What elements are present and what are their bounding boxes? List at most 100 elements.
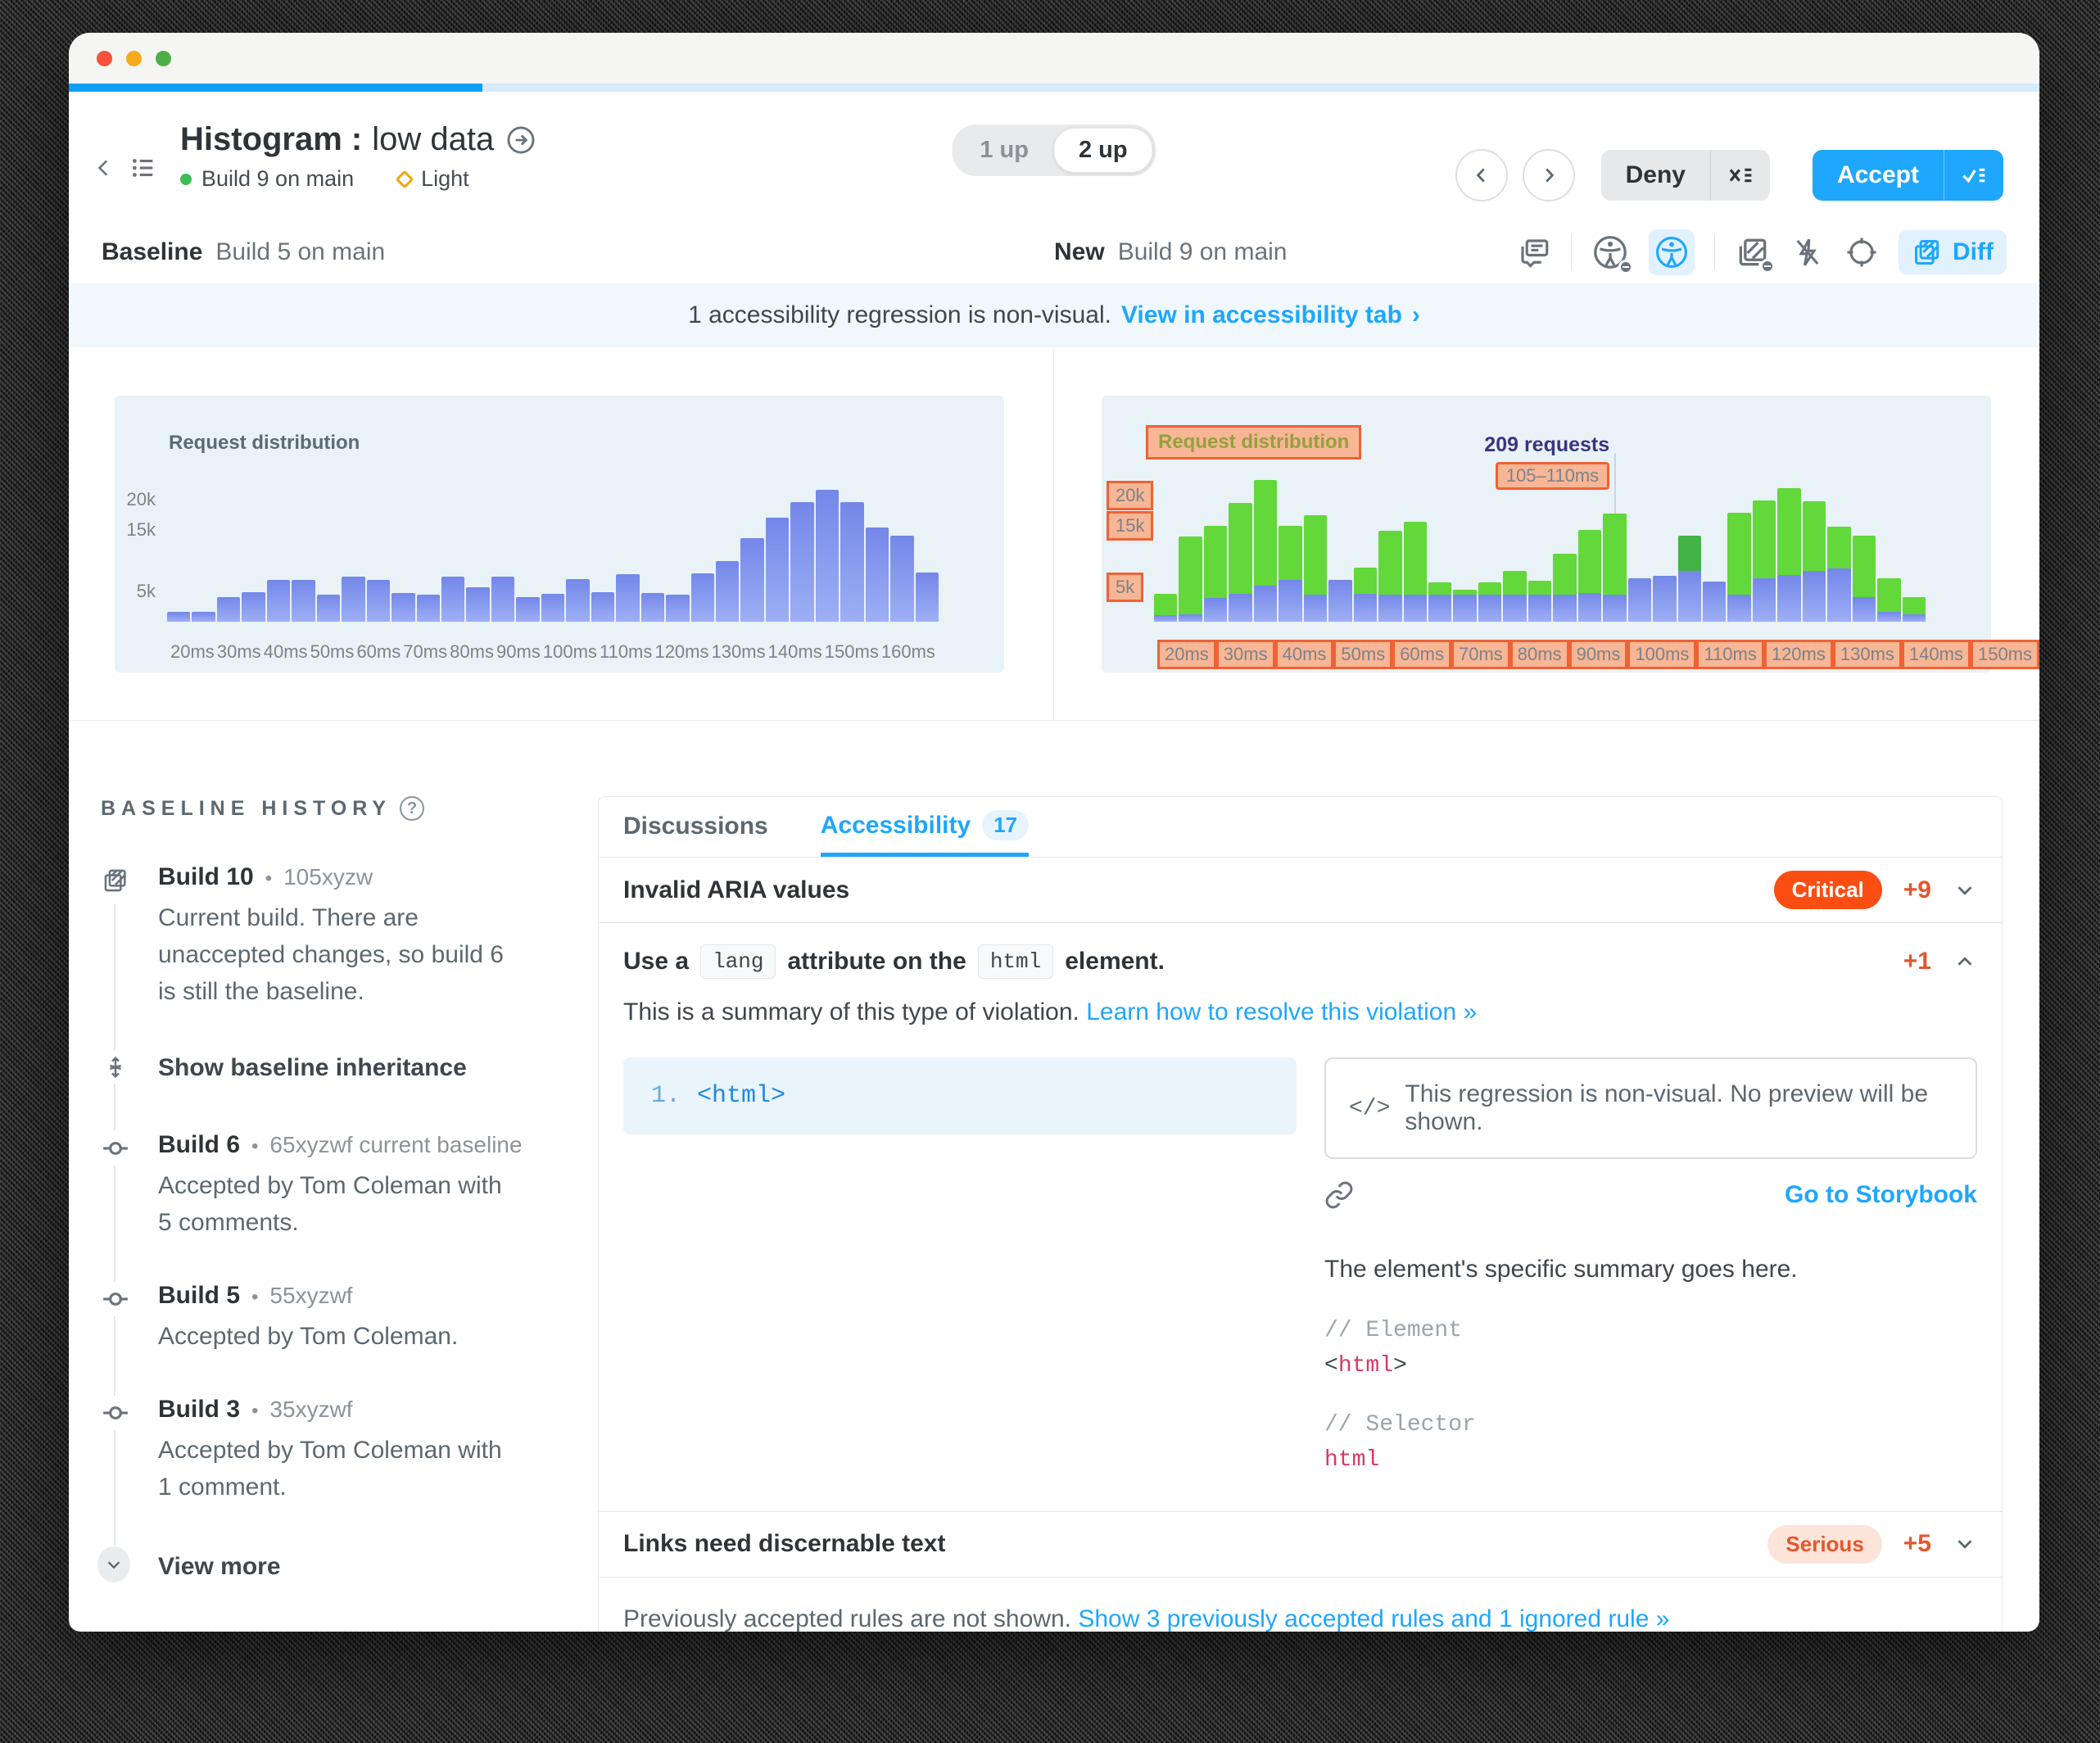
histogram-bar[interactable] (916, 469, 939, 622)
histogram-bar[interactable] (1154, 469, 1177, 622)
view-more-button[interactable]: View more (101, 1546, 565, 1582)
chevron-down-icon[interactable] (1953, 878, 1977, 903)
previous-change-button[interactable] (1455, 149, 1508, 201)
back-chevron-icon[interactable] (93, 154, 115, 182)
histogram-bar[interactable] (1827, 469, 1850, 622)
histogram-bar[interactable] (1328, 469, 1351, 622)
histogram-bar[interactable] (1204, 469, 1227, 622)
histogram-bar[interactable] (840, 469, 863, 622)
toggle-1up[interactable]: 1 up (955, 129, 1053, 172)
chevron-up-icon[interactable] (1953, 949, 1977, 974)
histogram-bar[interactable] (1777, 469, 1800, 622)
diff-toggle-button[interactable]: Diff (1899, 230, 2007, 274)
histogram-bar[interactable] (391, 469, 414, 622)
minimize-window-button[interactable] (126, 51, 142, 66)
accept-button[interactable]: Accept (1813, 150, 1944, 201)
histogram-bar[interactable] (242, 469, 265, 622)
histogram-bar[interactable] (1428, 469, 1451, 622)
list-item-build-6[interactable]: Build 6 • 65xyzwf current baseline Accep… (101, 1131, 565, 1241)
histogram-bar[interactable] (1304, 469, 1327, 622)
histogram-bar[interactable] (317, 469, 340, 622)
go-to-storybook-link[interactable]: Go to Storybook (1785, 1181, 1977, 1209)
histogram-bar[interactable] (1853, 469, 1876, 622)
histogram-bar[interactable] (1478, 469, 1501, 622)
accessibility-baseline-icon[interactable] (1591, 233, 1629, 271)
histogram-bar[interactable] (1678, 469, 1701, 622)
resolve-violation-link[interactable]: Learn how to resolve this violation » (1086, 998, 1477, 1025)
histogram-bar[interactable] (1378, 469, 1401, 622)
histogram-bar[interactable] (666, 469, 689, 622)
histogram-bar[interactable] (1553, 469, 1576, 622)
histogram-bar[interactable] (1903, 469, 1926, 622)
histogram-bar[interactable] (417, 469, 440, 622)
histogram-bar[interactable] (566, 469, 589, 622)
rule-links-discernable[interactable]: Links need discernable text Serious +5 (599, 1511, 2002, 1577)
close-window-button[interactable] (97, 51, 112, 66)
tab-accessibility[interactable]: Accessibility 17 (821, 810, 1029, 857)
histogram-bar[interactable] (890, 469, 913, 622)
histogram-bar[interactable] (1753, 469, 1776, 622)
histogram-bar[interactable] (367, 469, 390, 622)
histogram-bar[interactable] (292, 469, 315, 622)
histogram-bar[interactable] (591, 469, 614, 622)
histogram-bar[interactable] (342, 469, 364, 622)
zoom-window-button[interactable] (156, 51, 171, 66)
list-item-build-10[interactable]: Build 10 • 105xyzw Current build. There … (101, 863, 565, 1010)
rule-invalid-aria[interactable]: Invalid ARIA values Critical +9 (599, 858, 2002, 923)
histogram-bar[interactable] (466, 469, 489, 622)
histogram-bar[interactable] (1229, 469, 1251, 622)
histogram-bar[interactable] (1653, 469, 1676, 622)
histogram-bar[interactable] (641, 469, 664, 622)
show-accepted-rules-link[interactable]: Show 3 previously accepted rules and 1 i… (1078, 1605, 1669, 1632)
histogram-bar[interactable] (691, 469, 714, 622)
histogram-bar[interactable] (192, 469, 215, 622)
accept-batch-button[interactable] (1944, 150, 2003, 201)
histogram-bar[interactable] (1404, 469, 1427, 622)
histogram-bar[interactable] (616, 469, 639, 622)
histogram-bar[interactable] (740, 469, 763, 622)
histogram-bar[interactable] (1628, 469, 1651, 622)
go-to-story-icon[interactable] (505, 124, 536, 156)
histogram-bar[interactable] (1727, 469, 1750, 622)
chevron-down-icon[interactable] (1953, 1532, 1977, 1556)
deny-batch-button[interactable] (1710, 150, 1770, 201)
snapshots-hidden-icon[interactable] (1735, 234, 1771, 270)
histogram-bar[interactable] (217, 469, 240, 622)
tab-discussions[interactable]: Discussions (623, 813, 768, 857)
histogram-bar[interactable] (716, 469, 739, 622)
histogram-bar[interactable] (1503, 469, 1526, 622)
histogram-bar[interactable] (491, 469, 514, 622)
histogram-bar[interactable] (1877, 469, 1900, 622)
histogram-bar[interactable] (766, 469, 789, 622)
comments-icon[interactable] (1517, 235, 1551, 269)
histogram-bar[interactable] (1703, 469, 1726, 622)
banner-link-chevron[interactable]: › (1412, 301, 1420, 329)
histogram-bar[interactable] (267, 469, 290, 622)
list-item-build-3[interactable]: Build 3 • 35xyzwf Accepted by Tom Colema… (101, 1396, 565, 1505)
histogram-bar[interactable] (1354, 469, 1377, 622)
show-baseline-inheritance[interactable]: Show baseline inheritance (101, 1051, 565, 1084)
histogram-bar[interactable] (1254, 469, 1277, 622)
histogram-bar[interactable] (1179, 469, 1202, 622)
histogram-bar[interactable] (441, 469, 464, 622)
deny-button[interactable]: Deny (1601, 150, 1710, 201)
help-icon[interactable]: ? (400, 796, 424, 821)
histogram-bar[interactable] (866, 469, 889, 622)
flash-off-icon[interactable] (1790, 235, 1825, 269)
histogram-bar[interactable] (816, 469, 839, 622)
histogram-bar[interactable] (516, 469, 539, 622)
accessibility-new-icon[interactable] (1649, 229, 1695, 275)
banner-link[interactable]: View in accessibility tab (1121, 301, 1402, 329)
link-icon[interactable] (1324, 1180, 1354, 1210)
histogram-bar[interactable] (1279, 469, 1301, 622)
histogram-bar[interactable] (541, 469, 564, 622)
histogram-bar[interactable] (1528, 469, 1551, 622)
histogram-bar[interactable] (167, 469, 190, 622)
next-change-button[interactable] (1523, 149, 1575, 201)
story-list-icon[interactable] (129, 154, 157, 182)
histogram-bar[interactable] (790, 469, 813, 622)
list-item-build-5[interactable]: Build 5 • 55xyzwf Accepted by Tom Colema… (101, 1282, 565, 1355)
focus-icon[interactable] (1844, 235, 1879, 269)
histogram-bar[interactable] (1453, 469, 1476, 622)
toggle-2up[interactable]: 2 up (1053, 128, 1153, 173)
